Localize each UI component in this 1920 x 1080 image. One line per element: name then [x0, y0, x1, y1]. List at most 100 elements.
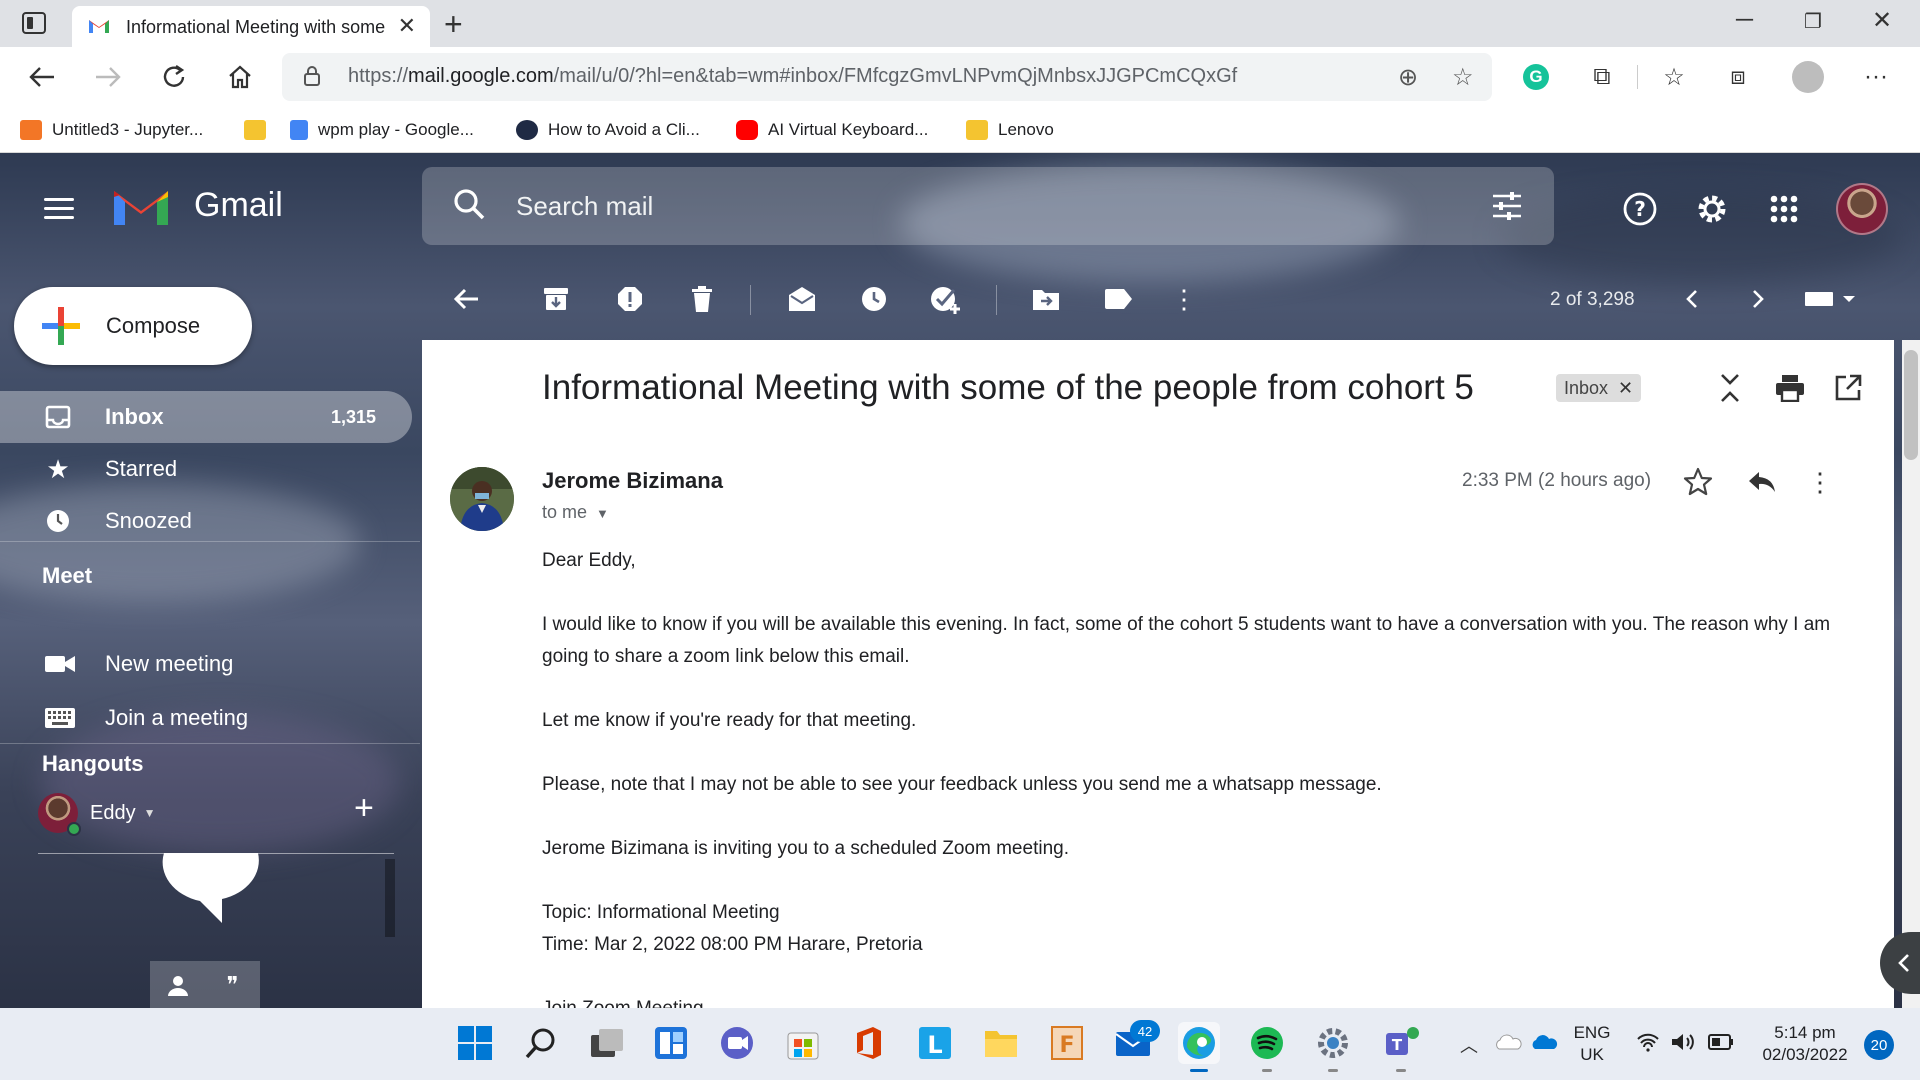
back-icon[interactable] — [24, 59, 60, 95]
minimize-icon[interactable]: ─ — [1736, 6, 1753, 34]
grammarly-extension-icon[interactable]: G — [1518, 59, 1554, 95]
language-indicator[interactable]: ENG UK — [1570, 1022, 1614, 1066]
sender-avatar[interactable] — [450, 467, 514, 531]
join-meeting-link[interactable]: Join a meeting — [0, 693, 420, 743]
onedrive-cloud-icon[interactable] — [1494, 1034, 1522, 1050]
new-meeting-link[interactable]: New meeting — [0, 639, 420, 689]
lock-icon[interactable] — [304, 66, 320, 86]
teams-icon[interactable]: T — [1380, 1022, 1422, 1072]
edge-browser-icon[interactable] — [1178, 1022, 1220, 1072]
address-bar[interactable]: https://mail.google.com/mail/u/0/?hl=en&… — [282, 53, 1492, 101]
battery-icon[interactable] — [1708, 1034, 1734, 1055]
window-close-icon[interactable]: ✕ — [1872, 6, 1892, 35]
back-to-inbox-icon[interactable] — [448, 281, 484, 317]
wifi-icon[interactable] — [1636, 1032, 1660, 1058]
spotify-icon[interactable] — [1246, 1022, 1288, 1072]
nav-item-snoozed[interactable]: Snoozed — [0, 495, 420, 547]
extensions-icon[interactable]: ⧉ — [1584, 59, 1620, 95]
taskbar-search-icon[interactable] — [520, 1022, 562, 1064]
home-icon[interactable] — [222, 59, 258, 95]
start-windows-icon[interactable] — [454, 1022, 496, 1064]
mark-unread-icon[interactable] — [784, 281, 820, 317]
bookmark-folder[interactable]: Lenovo — [966, 117, 1054, 143]
move-to-icon[interactable] — [1028, 281, 1064, 317]
search-input[interactable]: Search mail — [516, 191, 653, 222]
new-tab-button[interactable]: + — [444, 6, 463, 43]
help-icon[interactable]: ? — [1620, 189, 1660, 229]
snooze-icon[interactable] — [856, 281, 892, 317]
report-spam-icon[interactable] — [612, 281, 648, 317]
clock[interactable]: 5:14 pm 02/03/2022 — [1750, 1022, 1860, 1066]
sender-name[interactable]: Jerome Bizimana — [542, 468, 723, 494]
collections-icon[interactable]: ⧈ — [1720, 59, 1756, 95]
tab-close-icon[interactable]: ✕ — [398, 13, 416, 39]
file-explorer-icon[interactable] — [980, 1022, 1022, 1064]
star-message-icon[interactable] — [1680, 464, 1716, 500]
settings-app-icon[interactable] — [1312, 1022, 1354, 1072]
bookmark-item[interactable]: AI Virtual Keyboard... — [736, 117, 928, 143]
recipient-summary[interactable]: to me ▼ — [542, 502, 609, 523]
onedrive-blue-cloud-icon[interactable] — [1530, 1034, 1558, 1050]
teams-chat-icon[interactable] — [716, 1022, 758, 1064]
older-message-icon[interactable] — [1740, 281, 1776, 317]
zoom-join-link[interactable]: Join Zoom Meeting — [542, 993, 1842, 1008]
scrollbar-thumb[interactable] — [1904, 350, 1918, 460]
search-icon[interactable] — [452, 187, 486, 221]
nav-item-inbox[interactable]: Inbox 1,315 — [0, 391, 412, 443]
search-options-icon[interactable] — [1490, 189, 1524, 223]
show-details-icon[interactable]: ▼ — [596, 506, 609, 521]
url-text[interactable]: https://mail.google.com/mail/u/0/?hl=en&… — [348, 65, 1237, 88]
search-bar[interactable]: Search mail — [422, 167, 1554, 245]
nav-item-starred[interactable]: ★ Starred — [0, 443, 420, 495]
apps-grid-icon[interactable] — [1764, 189, 1804, 229]
delete-icon[interactable] — [684, 281, 720, 317]
inbox-label-badge[interactable]: Inbox ✕ — [1556, 374, 1642, 402]
more-actions-icon[interactable]: ⋮ — [1166, 281, 1202, 317]
notification-count-badge[interactable]: 20 — [1864, 1030, 1894, 1060]
app-f-icon[interactable]: F — [1046, 1022, 1088, 1064]
tab-actions-icon[interactable] — [22, 12, 46, 34]
main-menu-icon[interactable] — [44, 198, 74, 220]
print-icon[interactable] — [1772, 370, 1808, 406]
archive-icon[interactable] — [538, 281, 574, 317]
compose-button[interactable]: Compose — [14, 287, 252, 365]
reply-icon[interactable] — [1744, 464, 1780, 500]
input-tools-keyboard-icon[interactable] — [1800, 281, 1860, 317]
message-more-icon[interactable]: ⋮ — [1802, 464, 1838, 500]
task-view-icon[interactable] — [586, 1022, 628, 1064]
sidebar-scrollbar[interactable] — [385, 859, 395, 937]
collapse-all-icon[interactable] — [1712, 370, 1748, 406]
new-conversation-icon[interactable]: + — [354, 789, 374, 828]
newer-message-icon[interactable] — [1674, 281, 1710, 317]
gmail-logo-icon[interactable] — [112, 185, 170, 229]
chevron-down-icon[interactable]: ▼ — [144, 806, 156, 820]
volume-icon[interactable] — [1670, 1032, 1698, 1057]
tray-overflow-chevron-icon[interactable]: ︿ — [1460, 1032, 1478, 1058]
open-new-window-icon[interactable] — [1830, 370, 1866, 406]
zoom-icon[interactable]: ⊕ — [1398, 63, 1418, 92]
browser-tab[interactable]: Informational Meeting with some of the p… — [72, 6, 430, 47]
restore-icon[interactable]: ❐ — [1804, 9, 1822, 34]
email-scrollbar[interactable] — [1902, 340, 1920, 1008]
remove-label-icon[interactable]: ✕ — [1618, 378, 1633, 399]
label-icon[interactable] — [1100, 281, 1136, 317]
bookmark-folder[interactable] — [244, 117, 266, 143]
bookmark-item[interactable]: Untitled3 - Jupyter... — [20, 117, 203, 143]
account-avatar[interactable] — [1836, 183, 1888, 235]
hangouts-user[interactable]: Eddy ▼ — [38, 791, 156, 836]
profile-icon[interactable] — [1790, 59, 1826, 95]
conversations-icon[interactable]: ❞ — [205, 961, 260, 1008]
add-to-tasks-icon[interactable] — [928, 281, 964, 317]
settings-gear-icon[interactable] — [1692, 189, 1732, 229]
office-icon[interactable] — [848, 1022, 890, 1064]
contacts-icon[interactable] — [150, 961, 205, 1008]
bookmark-item[interactable]: wpm play - Google... — [290, 117, 474, 143]
bookmark-item[interactable]: How to Avoid a Cli... — [516, 117, 700, 143]
app-l-icon[interactable]: L — [914, 1022, 956, 1064]
refresh-icon[interactable] — [156, 59, 192, 95]
favorites-icon[interactable]: ☆ — [1656, 59, 1692, 95]
widgets-icon[interactable] — [650, 1022, 692, 1064]
add-favorite-icon[interactable]: ☆ — [1452, 63, 1474, 92]
microsoft-store-icon[interactable] — [782, 1022, 824, 1064]
more-menu-icon[interactable]: ··· — [1858, 59, 1894, 95]
